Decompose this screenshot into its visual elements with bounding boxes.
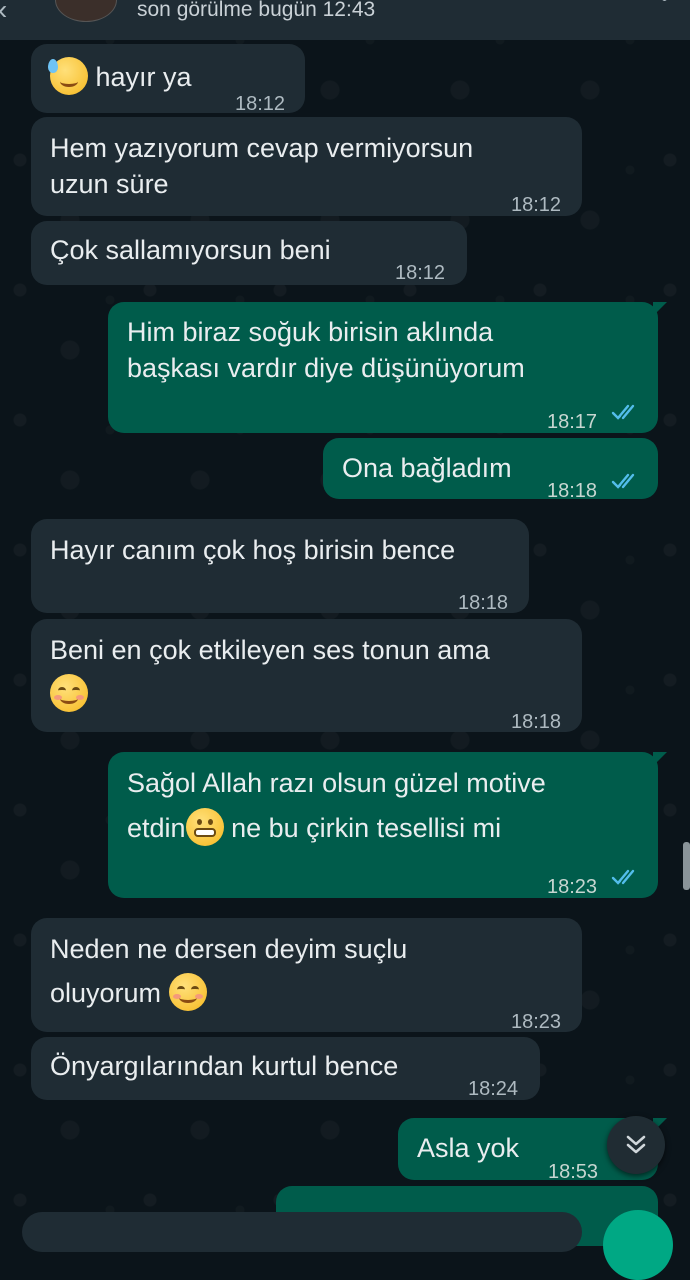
message-text-line: Neden ne dersen deyim suçlu xyxy=(50,934,408,964)
back-arrow-icon[interactable]: ‹ xyxy=(0,0,7,26)
message-time: 18:12 xyxy=(511,194,562,216)
message-text-fragment: etdin xyxy=(127,813,186,843)
message-time: 18:18 xyxy=(547,480,598,502)
smiling-face-emoji-icon xyxy=(168,972,207,1011)
message-time: 18:24 xyxy=(468,1078,519,1100)
message-bubble-incoming[interactable]: Hayır canım çok hoş birisin bence 18:18 xyxy=(31,519,529,614)
double-check-read-icon xyxy=(611,473,635,489)
message-bubble-outgoing[interactable]: Sağol Allah razı olsun güzel motive etdi… xyxy=(108,752,667,898)
message-bubble-outgoing[interactable]: Ona bağladım 18:18 xyxy=(323,438,658,502)
smiling-face-emoji-icon xyxy=(50,673,88,712)
message-bubble-incoming[interactable]: hayır ya 18:12 xyxy=(31,44,305,115)
message-text: hayır ya xyxy=(95,62,192,92)
message-bubble-incoming[interactable]: Çok sallamıyorsun beni 18:12 xyxy=(31,221,467,285)
message-text: Ona bağladım xyxy=(342,453,512,483)
grimacing-face-emoji-icon xyxy=(185,807,224,846)
message-time: 18:23 xyxy=(547,876,598,898)
message-text-line: Sağol Allah razı olsun güzel motive xyxy=(127,768,546,798)
message-text: Önyargılarından kurtul bence xyxy=(50,1051,399,1081)
message-input[interactable] xyxy=(22,1212,582,1252)
chat-header[interactable]: ‹ son görülme bugün 12:43 xyxy=(0,0,690,40)
message-bubble-incoming[interactable]: Önyargılarından kurtul bence 18:24 xyxy=(31,1037,540,1100)
message-text: Asla yok xyxy=(417,1133,520,1163)
message-bubble-incoming[interactable]: Hem yazıyorum cevap vermiyorsun uzun sür… xyxy=(31,117,582,216)
message-text-fragment: oluyorum xyxy=(50,978,162,1008)
message-text: Çok sallamıyorsun beni xyxy=(50,235,331,265)
more-vertical-icon[interactable] xyxy=(662,0,668,6)
double-chevron-down-icon xyxy=(626,1135,646,1154)
message-text-line: Beni en çok etkileyen ses tonun ama xyxy=(50,635,490,665)
message-text-line: uzun süre xyxy=(50,169,169,199)
message-text-line: başkası vardır diye düşünüyorum xyxy=(127,353,525,383)
double-check-read-icon xyxy=(611,869,635,885)
last-seen-status: son görülme bugün 12:43 xyxy=(137,0,376,21)
message-time: 18:12 xyxy=(395,262,446,284)
message-bubble-outgoing[interactable]: Him biraz soğuk birisin aklında başkası … xyxy=(108,302,667,433)
scrollbar-thumb[interactable] xyxy=(683,842,690,890)
double-check-read-icon xyxy=(611,404,635,420)
message-text-fragment: ne bu çirkin tesellisi mi xyxy=(231,813,502,843)
message-text: Hayır canım çok hoş birisin bence xyxy=(50,535,456,565)
avatar[interactable] xyxy=(55,0,117,22)
scroll-to-bottom-button[interactable] xyxy=(607,1116,665,1174)
sweat-smile-emoji-icon xyxy=(48,56,88,95)
message-time: 18:18 xyxy=(511,711,562,733)
mic-button[interactable] xyxy=(603,1210,673,1280)
message-bubble-incoming[interactable]: Beni en çok etkileyen ses tonun ama 18:1… xyxy=(31,619,582,733)
message-bubble-incoming[interactable]: Neden ne dersen deyim suçlu oluyorum 18:… xyxy=(31,918,582,1033)
